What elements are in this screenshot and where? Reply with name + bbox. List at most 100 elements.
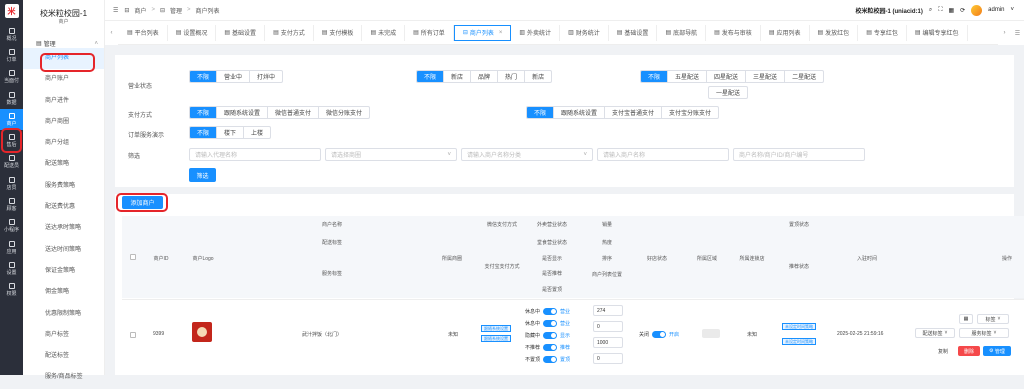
service-option[interactable]: 上楼 <box>244 127 270 138</box>
merchant-name[interactable]: 武汁拌饭（北门） <box>302 331 342 338</box>
sales-input[interactable]: 274 <box>593 305 623 316</box>
manage-button[interactable]: ⚙ 管理 <box>983 346 1011 356</box>
sidebar-item-deposit-policy[interactable]: 保证金策略 <box>23 261 104 282</box>
user-name[interactable]: admin <box>988 7 1004 13</box>
merchant-name-input[interactable]: 请输入商户名称 <box>597 148 729 161</box>
star-option[interactable]: 三星配送 <box>746 71 786 82</box>
tab-all-orders[interactable]: ▤ 所有订单 <box>405 24 454 41</box>
rail-item-merchant[interactable]: 商户 <box>0 109 23 131</box>
star-option[interactable]: 一星配送 <box>709 87 747 98</box>
tabs-scroll-right-icon[interactable]: › <box>998 21 1011 45</box>
star-option[interactable]: 二星配送 <box>785 71 823 82</box>
delivery-tag-select[interactable]: 配送标签 ˅ <box>915 328 955 338</box>
sidebar-group-manage[interactable]: ▤ 管理 ˄ <box>23 39 104 49</box>
sidebar-item-merchant-tag[interactable]: 商户标签 <box>23 325 104 346</box>
sidebar-item-merchant-onboard[interactable]: 商户进件 <box>23 91 104 112</box>
rail-item-permission[interactable]: 权限 <box>0 280 23 301</box>
tab-send-redpacket[interactable]: ▤ 发放红包 <box>810 24 859 41</box>
tabs-menu-icon[interactable]: ☰ <box>1011 21 1024 45</box>
type-option[interactable]: 不限 <box>417 71 445 82</box>
recommend-toggle[interactable]: 不推荐 推荐 <box>525 344 570 351</box>
rail-item-aftersale[interactable]: 售后 <box>0 130 23 151</box>
sidebar-item-service-fee[interactable]: 服务费策略 <box>23 176 104 197</box>
merchant-logo[interactable] <box>192 322 212 342</box>
rail-item-overview[interactable]: 概况 <box>0 24 23 45</box>
good-store-toggle[interactable]: 关闭 开启 <box>639 331 679 338</box>
sidebar-item-merchant-list[interactable]: 商户列表 <box>23 48 104 70</box>
agent-name-input[interactable]: 请输入代理名称 <box>189 148 321 161</box>
calendar-button[interactable]: ▦ <box>959 314 973 324</box>
refresh-icon[interactable]: ⟳ <box>960 7 965 14</box>
service-option[interactable]: 楼下 <box>217 127 245 138</box>
tab-merchant-list[interactable]: ⊟ 商户列表 × <box>453 24 512 41</box>
status-option[interactable]: 打烊中 <box>250 71 282 82</box>
search-icon[interactable]: ⌕ <box>929 7 932 14</box>
wechat-pay-option[interactable]: 不限 <box>190 107 218 118</box>
alipay-option[interactable]: 支付宝普通支付 <box>605 107 663 118</box>
tab-payment-methods[interactable]: ▤ 支付方式 <box>265 24 314 41</box>
tab-app-list[interactable]: ▤ 应用列表 <box>761 24 810 41</box>
rail-item-clerk[interactable]: 店员 <box>0 173 23 194</box>
alipay-option[interactable]: 支付宝分账支付 <box>662 107 718 118</box>
dinein-toggle[interactable]: 休息中 营业 <box>525 320 570 327</box>
tab-finance-stats[interactable]: ▥ 财务统计 <box>560 24 609 41</box>
sidebar-item-discount-limit[interactable]: 优惠限制策略 <box>23 304 104 325</box>
sort-input[interactable]: 1000 <box>593 337 623 348</box>
rail-item-courier[interactable]: 配送员 <box>0 152 23 173</box>
sidebar-item-commission[interactable]: 佣金策略 <box>23 282 104 303</box>
sidebar-item-merchant-account[interactable]: 商户账户 <box>23 69 104 90</box>
sidebar-item-delivery-discount[interactable]: 配送费优惠 <box>23 197 104 218</box>
alipay-option[interactable]: 不限 <box>527 107 555 118</box>
sidebar-item-merchant-group[interactable]: 商户分组 <box>23 133 104 154</box>
position-input[interactable]: 0 <box>593 353 623 364</box>
sidebar-item-time-policy[interactable]: 送达时间策略 <box>23 240 104 261</box>
wechat-pay-option[interactable]: 微信普通支付 <box>268 107 320 118</box>
rail-item-data[interactable]: 数据 <box>0 88 23 109</box>
add-merchant-button[interactable]: 添加商户 <box>122 196 163 209</box>
rail-item-settings[interactable]: 设置 <box>0 258 23 279</box>
select-all-checkbox[interactable] <box>130 254 136 260</box>
tabs-scroll-left-icon[interactable]: ‹ <box>105 21 118 45</box>
tab-incomplete[interactable]: ▤ 未完成 <box>362 24 406 41</box>
avatar[interactable] <box>971 4 983 16</box>
tab-edit-exclusive-redpacket[interactable]: ▤ 编辑专享红包 <box>907 24 968 41</box>
alipay-option[interactable]: 跟随系统设置 <box>554 107 606 118</box>
sidebar-item-delivery-policy[interactable]: 配送策略 <box>23 154 104 175</box>
type-option[interactable]: 新店 <box>444 71 472 82</box>
tab-basic-settings[interactable]: ▤ 基础设置 <box>216 24 266 41</box>
sidebar-item-delivery-tag[interactable]: 配送标签 <box>23 346 104 367</box>
tab-settings-overview[interactable]: ▤ 设置概况 <box>168 24 217 41</box>
sidebar-item-service-tag[interactable]: 服务/商品标签 <box>23 367 104 388</box>
type-option[interactable]: 品牌 <box>471 71 499 82</box>
type-option[interactable]: 热门 <box>498 71 526 82</box>
visible-toggle[interactable]: 隐藏中 显示 <box>525 332 570 339</box>
star-option[interactable]: 四星配送 <box>707 71 747 82</box>
status-option[interactable]: 营业中 <box>217 71 251 82</box>
tab-publish-review[interactable]: ▤ 发布与审核 <box>706 24 761 41</box>
filter-submit-button[interactable]: 筛选 <box>189 168 216 182</box>
star-option[interactable]: 不限 <box>641 71 669 82</box>
sidebar-item-arrival-policy[interactable]: 送达承时策略 <box>23 218 104 239</box>
category-select[interactable]: 请输入商户名称分类 ˅ <box>461 148 593 161</box>
star-option[interactable]: 五星配送 <box>668 71 708 82</box>
copy-button[interactable]: 复制 <box>932 346 954 356</box>
rail-item-pay[interactable]: 当面付 <box>0 67 23 88</box>
status-option[interactable]: 不限 <box>190 71 218 82</box>
tag-select[interactable]: 标签 ˅ <box>977 314 1009 324</box>
circle-select[interactable]: 请选择商圈 ˅ <box>325 148 457 161</box>
heat-input[interactable]: 0 <box>593 321 623 332</box>
rail-item-miniprogram[interactable]: 小程序 <box>0 216 23 237</box>
wechat-pay-option[interactable]: 微信分账支付 <box>319 107 369 118</box>
fullscreen-icon[interactable]: ⛶ <box>938 7 942 14</box>
wechat-pay-option[interactable]: 跟随系统设置 <box>217 107 269 118</box>
grid-icon[interactable]: ▦ <box>948 7 954 14</box>
top-toggle[interactable]: 不置顶 置顶 <box>525 356 570 363</box>
tab-payment-templates[interactable]: ▤ 支付模板 <box>314 24 363 41</box>
tab-bottom-nav[interactable]: ▤ 底部导航 <box>657 24 707 41</box>
delete-button[interactable]: 删除 <box>958 346 980 356</box>
service-option[interactable]: 不限 <box>190 127 218 138</box>
takeout-toggle[interactable]: 休息中 营业 <box>525 308 570 315</box>
rail-item-order[interactable]: 订单 <box>0 45 23 66</box>
type-option[interactable]: 新店 <box>525 71 551 82</box>
rail-item-apps[interactable]: 应用 <box>0 237 23 258</box>
